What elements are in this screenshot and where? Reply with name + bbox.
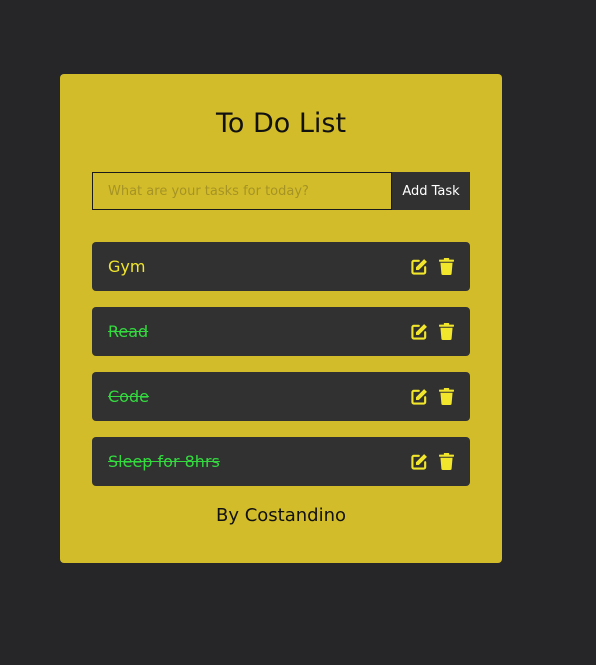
edit-icon[interactable] [411,453,428,470]
add-task-form: Add Task [92,172,470,210]
task-item: Sleep for 8hrs [92,437,470,486]
task-actions [411,258,455,275]
task-text[interactable]: Read [108,322,148,341]
task-input[interactable] [92,172,392,210]
todo-card: To Do List Add Task Gym Read [60,74,502,563]
task-item: Gym [92,242,470,291]
trash-icon[interactable] [438,258,455,275]
task-actions [411,388,455,405]
task-item: Code [92,372,470,421]
trash-icon[interactable] [438,323,455,340]
task-text[interactable]: Gym [108,257,145,276]
footer-credit: By Costandino [215,505,347,526]
edit-icon[interactable] [411,258,428,275]
task-list: Gym Read Code Sleep for 8hrs [92,242,470,502]
edit-icon[interactable] [411,323,428,340]
add-task-button[interactable]: Add Task [392,172,470,210]
task-text[interactable]: Sleep for 8hrs [108,452,220,471]
trash-icon[interactable] [438,388,455,405]
task-item: Read [92,307,470,356]
page-title: To Do List [215,108,347,139]
task-actions [411,323,455,340]
edit-icon[interactable] [411,388,428,405]
task-text[interactable]: Code [108,387,149,406]
trash-icon[interactable] [438,453,455,470]
task-actions [411,453,455,470]
